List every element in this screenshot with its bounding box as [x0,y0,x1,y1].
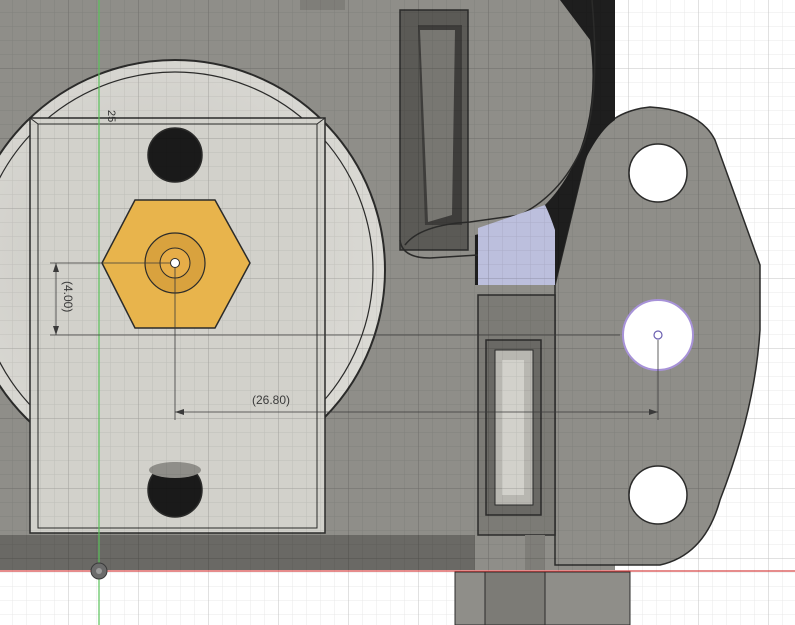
axis-label: 25 [105,110,117,122]
dimension-vertical-label: (4.00) [61,281,75,312]
cad-canvas[interactable]: 25 (4.00) (26.80) [0,0,795,625]
hole-center-point[interactable] [653,330,663,340]
origin-point-icon[interactable] [90,562,108,580]
dimension-horizontal-label: (26.80) [252,393,290,407]
lower-block [454,571,631,625]
design-viewport[interactable]: 25 (4.00) (26.80) [0,0,795,625]
bracket-hole-top [628,143,688,203]
bracket-hole-bottom [628,465,688,525]
